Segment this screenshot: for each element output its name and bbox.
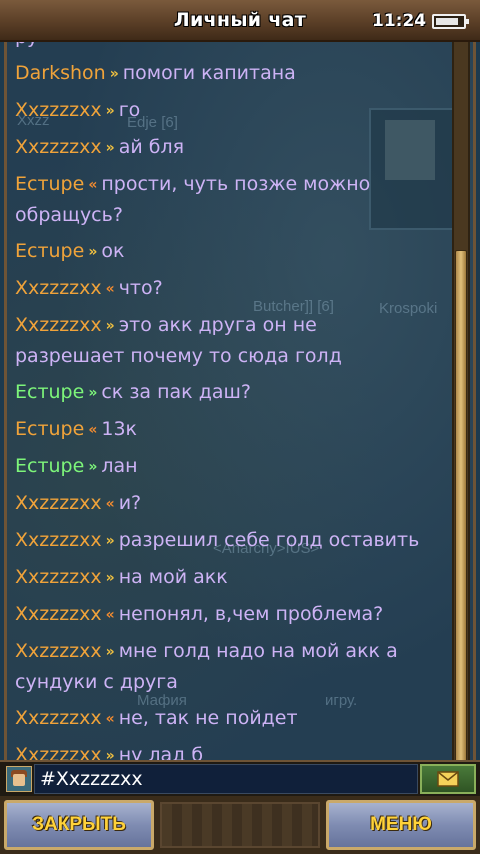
bottom-bar: ЗАКРЫТЬ МЕНЮ <box>0 796 480 854</box>
outgoing-arrow-icon: » <box>105 644 115 660</box>
message-text: это акк друга он не <box>118 314 317 336</box>
battery-icon <box>432 14 469 29</box>
outgoing-arrow-icon: » <box>88 459 98 475</box>
incoming-arrow-icon: « <box>105 711 115 727</box>
message-input-row: #Xxzzzzxx <box>0 760 480 796</box>
message-sender[interactable]: Ecтupe <box>15 418 84 440</box>
message-text: прости, чуть позже можно <box>101 173 371 195</box>
message-sender[interactable]: Ecтupe <box>15 240 84 262</box>
message-sender[interactable]: Xxzzzzxx <box>15 314 102 336</box>
message-text: что? <box>118 277 163 299</box>
chat-panel[interactable]: Xxzz Edje [6] Butcher]] [6] Krospoki <An… <box>4 42 476 760</box>
clipped-message: ру <box>15 42 38 48</box>
chat-message[interactable]: Xxzzzzxx «и? <box>15 488 455 519</box>
message-sender[interactable]: Ecтupe <box>15 381 84 403</box>
message-text: не, так не пойдет <box>118 707 298 729</box>
message-sender[interactable]: Xxzzzzxx <box>15 707 102 729</box>
message-text: разрешил себе голд оставить <box>118 529 420 551</box>
close-button[interactable]: ЗАКРЫТЬ <box>4 800 154 850</box>
message-text: ну лад б <box>118 744 204 760</box>
message-sender[interactable]: Xxzzzzxx <box>15 566 102 588</box>
message-text: ск за пак даш? <box>101 381 251 403</box>
message-text: помоги капитана <box>122 62 296 84</box>
message-text-continued: сундуки с друга <box>15 671 178 693</box>
outgoing-arrow-icon: » <box>109 66 119 82</box>
message-sender[interactable]: Xxzzzzxx <box>15 99 102 121</box>
message-sender[interactable]: Xxzzzzxx <box>15 492 102 514</box>
chat-message[interactable]: Darkshon» помоги капитана <box>15 58 455 89</box>
scrollbar-thumb[interactable] <box>455 250 467 798</box>
message-text: непонял, в,чем проблема? <box>118 603 384 625</box>
message-sender[interactable]: Xxzzzzxx <box>15 640 102 662</box>
scrollbar[interactable] <box>452 42 470 798</box>
message-sender[interactable]: Xxzzzzxx <box>15 277 102 299</box>
chat-message[interactable]: Ecтupe» ск за пак даш? <box>15 377 455 408</box>
chat-message[interactable]: Xxzzzzxx» это акк друга он не разрешает по… <box>15 310 455 371</box>
message-list: Darkshon» помоги капитана Xxzzzzxx» го Xxzzz… <box>15 58 455 760</box>
outgoing-arrow-icon: » <box>105 533 115 549</box>
outgoing-arrow-icon: » <box>105 748 115 760</box>
outgoing-arrow-icon: » <box>105 140 115 156</box>
outgoing-arrow-icon: » <box>88 385 98 401</box>
message-text: ай бля <box>118 136 185 158</box>
chat-message[interactable]: Xxzzzzxx» разрешил себе голд оставить <box>15 525 455 556</box>
incoming-arrow-icon: « <box>105 281 115 297</box>
outgoing-arrow-icon: » <box>88 244 98 260</box>
message-text-continued: разрешает почему то сюда голд <box>15 345 342 367</box>
chat-message[interactable]: Xxzzzzxx «непонял, в,чем проблема? <box>15 599 455 630</box>
outgoing-arrow-icon: » <box>105 570 115 586</box>
message-text: 13к <box>101 418 138 440</box>
send-button[interactable] <box>420 764 476 794</box>
outgoing-arrow-icon: » <box>105 103 115 119</box>
message-input[interactable]: #Xxzzzzxx <box>34 764 418 794</box>
incoming-arrow-icon: « <box>88 422 98 438</box>
message-text: лан <box>101 455 138 477</box>
message-text: ок <box>101 240 125 262</box>
menu-button[interactable]: МЕНЮ <box>326 800 476 850</box>
message-sender[interactable]: Darkshon <box>15 62 106 84</box>
chat-message[interactable]: Ecтupe» ок <box>15 236 455 267</box>
incoming-arrow-icon: « <box>105 496 115 512</box>
chat-message[interactable]: Xxzzzzxx» ну лад б <box>15 740 455 760</box>
chat-message[interactable]: Xxzzzzxx «что? <box>15 273 455 304</box>
envelope-icon <box>437 771 459 787</box>
chat-message[interactable]: Xxzzzzxx «не, так не пойдет <box>15 703 455 734</box>
chat-message[interactable]: Xxzzzzxx» го <box>15 95 455 126</box>
message-text: мне голд надо на мой акк а <box>118 640 398 662</box>
message-text-continued: обращусь? <box>15 204 123 226</box>
message-text: и? <box>118 492 142 514</box>
chat-message[interactable]: Ecтupe» лан <box>15 451 455 482</box>
chat-message[interactable]: Xxzzzzxx» мне голд надо на мой акк а сунду… <box>15 636 455 697</box>
incoming-arrow-icon: « <box>105 607 115 623</box>
message-sender[interactable]: Xxzzzzxx <box>15 136 102 158</box>
message-sender[interactable]: Xxzzzzxx <box>15 744 102 760</box>
message-sender[interactable]: Xxzzzzxx <box>15 603 102 625</box>
message-sender[interactable]: Ecтupe <box>15 173 84 195</box>
chat-message[interactable]: Xxzzzzxx» на мой акк <box>15 562 455 593</box>
chat-message[interactable]: Ecтupe «прости, чуть позже можно обращусь? <box>15 169 455 230</box>
message-sender[interactable]: Xxzzzzxx <box>15 529 102 551</box>
message-text: на мой акк <box>118 566 228 588</box>
bottom-decoration <box>160 802 320 848</box>
outgoing-arrow-icon: » <box>105 318 115 334</box>
avatar[interactable] <box>6 766 32 792</box>
chat-message[interactable]: Xxzzzzxx» ай бля <box>15 132 455 163</box>
clock: 11:24 <box>372 11 427 31</box>
message-sender[interactable]: Ecтupe <box>15 455 84 477</box>
battery-level <box>436 18 458 25</box>
chat-message[interactable]: Ecтupe «13к <box>15 414 455 445</box>
title-bar: Личный чат 11:24 <box>0 0 480 42</box>
message-text: го <box>118 99 141 121</box>
incoming-arrow-icon: « <box>88 177 98 193</box>
